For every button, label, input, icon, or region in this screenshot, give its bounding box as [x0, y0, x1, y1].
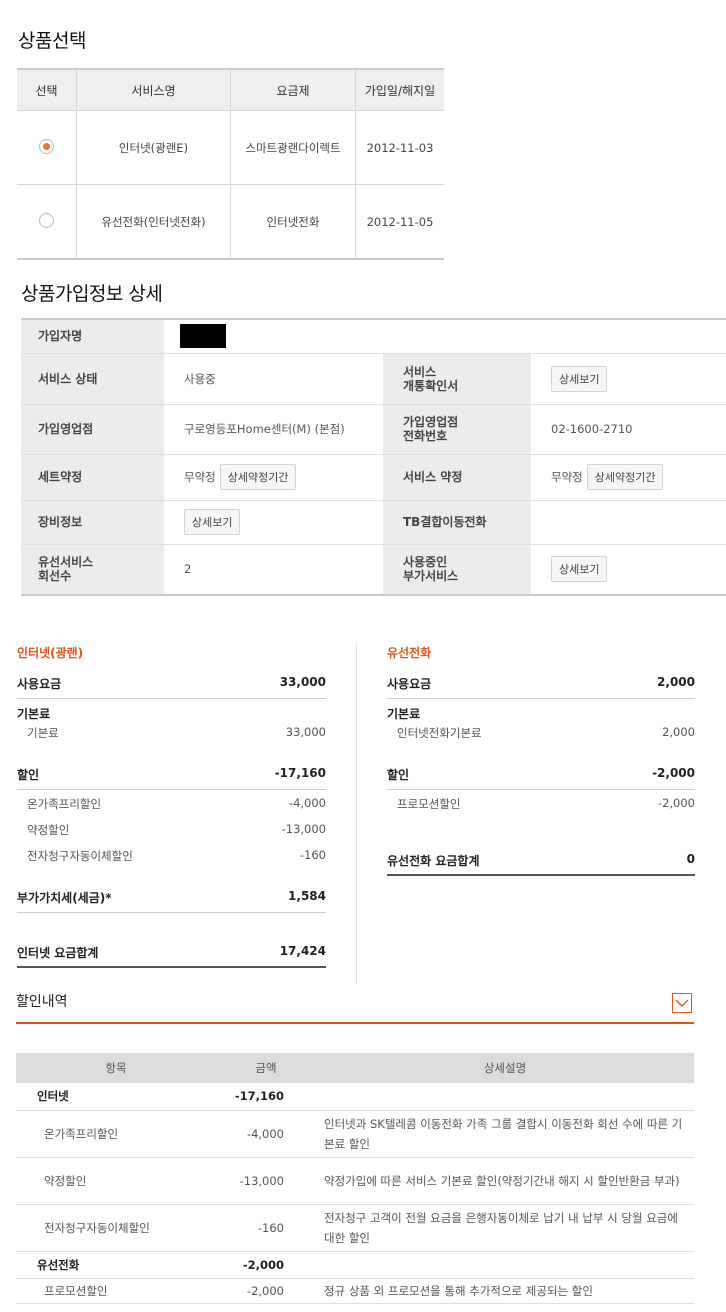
internet-vat-row: 부가가치세(세금)* 1,584	[17, 889, 326, 905]
col-item: 항목	[16, 1053, 216, 1083]
select-radio[interactable]	[39, 212, 54, 228]
equipment-view-button[interactable]: 상세보기	[184, 509, 241, 535]
collapse-toggle-button[interactable]	[672, 993, 692, 1013]
section-rule	[16, 1022, 694, 1024]
service-contract-label: 서비스 약정	[383, 454, 531, 500]
internet-base-label: 기본료	[17, 707, 51, 721]
plan-name: 스마트광랜다이렉트	[230, 110, 356, 185]
phone-total-row: 유선전화 요금합계 0	[387, 852, 695, 868]
subscriber-label: 가입자명	[21, 319, 164, 353]
branch-phone-label: 가입영업점 전화번호	[383, 404, 531, 454]
redacted-name	[180, 324, 226, 349]
internet-discount-item: 약정할인 -13,000	[27, 822, 326, 837]
internet-base-row: 기본료 33,000	[27, 725, 326, 740]
table-row: 약정할인 -13,000 약정가입에 따른 서비스 기본료 할인(약정기간내 해…	[16, 1157, 694, 1205]
internet-bill-title: 인터넷(광랜)	[17, 646, 84, 660]
service-contract-value: 무약정	[551, 470, 583, 484]
branch-value: 구로영등포Home센터(M) (본점)	[184, 422, 345, 436]
table-row: 인터넷 -17,160	[16, 1083, 694, 1111]
branch-label: 가입영업점	[21, 404, 164, 454]
col-select: 선택	[17, 68, 77, 111]
phone-bill-title: 유선전화	[387, 646, 432, 660]
service-cert-label: 서비스 개통확인서	[383, 353, 531, 404]
wired-lines-value: 2	[184, 562, 192, 577]
join-date: 2012-11-05	[355, 184, 444, 260]
product-table: 선택 서비스명 요금제 가입일/해지일 인터넷(광랜E) 스마트광랜다이렉트 2…	[17, 68, 444, 260]
service-name: 인터넷(광랜E)	[76, 110, 231, 185]
service-cert-view-button[interactable]: 상세보기	[551, 365, 608, 392]
phone-base-label: 기본료	[387, 707, 421, 721]
product-select-title: 상품선택	[18, 30, 86, 52]
table-row: 프로모션할인 -2,000 정규 상품 외 프로모션을 통해 추가적으로 제공되…	[16, 1278, 694, 1304]
addon-view-button[interactable]: 상세보기	[551, 556, 608, 583]
col-desc: 상세설명	[316, 1053, 694, 1083]
internet-discount-item: 전자청구자동이체할인 -160	[27, 848, 326, 863]
table-row: 유선전화 -2,000	[16, 1251, 694, 1279]
table-row[interactable]: 유선전화(인터넷전화) 인터넷전화 2012-11-05	[17, 184, 444, 260]
set-contract-value: 무약정	[184, 470, 216, 484]
column-divider	[356, 644, 357, 984]
tb-label: TB결합이동전화	[383, 500, 531, 544]
phone-usage-row: 사용요금 2,000	[387, 675, 695, 691]
col-plan: 요금제	[230, 68, 356, 111]
plan-name: 인터넷전화	[230, 184, 356, 260]
detail-table: 가입자명 서비스 상태 사용중 서비스 개통확인서 상세보기 가입영업점 구로영등…	[21, 318, 726, 596]
service-status-value: 사용중	[184, 371, 216, 386]
col-date: 가입일/해지일	[355, 68, 444, 111]
discount-history-title: 할인내역	[16, 994, 68, 1010]
phone-discount-item: 프로모션할인 -2,000	[397, 796, 695, 811]
branch-phone-value: 02-1600-2710	[551, 422, 633, 436]
internet-discount-row: 할인 -17,160	[17, 766, 326, 782]
col-service: 서비스명	[76, 68, 231, 111]
set-contract-period-button[interactable]: 상세약정기간	[219, 464, 297, 490]
table-row: 온가족프리할인 -4,000 인터넷과 SK텔레콤 이동전화 가족 그룹 결합시…	[16, 1110, 694, 1158]
col-amount: 금액	[216, 1053, 316, 1083]
service-name: 유선전화(인터넷전화)	[76, 184, 231, 260]
internet-usage-row: 사용요금 33,000	[17, 675, 326, 691]
join-date: 2012-11-03	[355, 110, 444, 185]
chevron-down-icon	[675, 999, 689, 1007]
select-radio[interactable]	[39, 138, 54, 154]
addon-label: 사용중인 부가서비스	[383, 544, 531, 595]
wired-lines-label: 유선서비스 회선수	[21, 544, 164, 595]
discount-table: 항목 금액 상세설명 인터넷 -17,160 온가족프리할인 -4,000 인터…	[16, 1053, 694, 1304]
service-contract-period-button[interactable]: 상세약정기간	[586, 464, 664, 490]
phone-discount-row: 할인 -2,000	[387, 766, 695, 782]
internet-discount-item: 온가족프리할인 -4,000	[27, 796, 326, 811]
detail-title: 상품가입정보 상세	[21, 283, 163, 305]
phone-base-row: 인터넷전화기본료 2,000	[397, 725, 695, 740]
equipment-label: 장비정보	[21, 500, 164, 544]
internet-total-row: 인터넷 요금합계 17,424	[17, 944, 326, 960]
service-status-label: 서비스 상태	[21, 353, 164, 404]
table-row: 전자청구자동이체할인 -160 전자청구 고객이 전월 요금을 은행자동이체로 …	[16, 1204, 694, 1252]
table-row[interactable]: 인터넷(광랜E) 스마트광랜다이렉트 2012-11-03	[17, 110, 444, 185]
set-contract-label: 세트약정	[21, 454, 164, 500]
